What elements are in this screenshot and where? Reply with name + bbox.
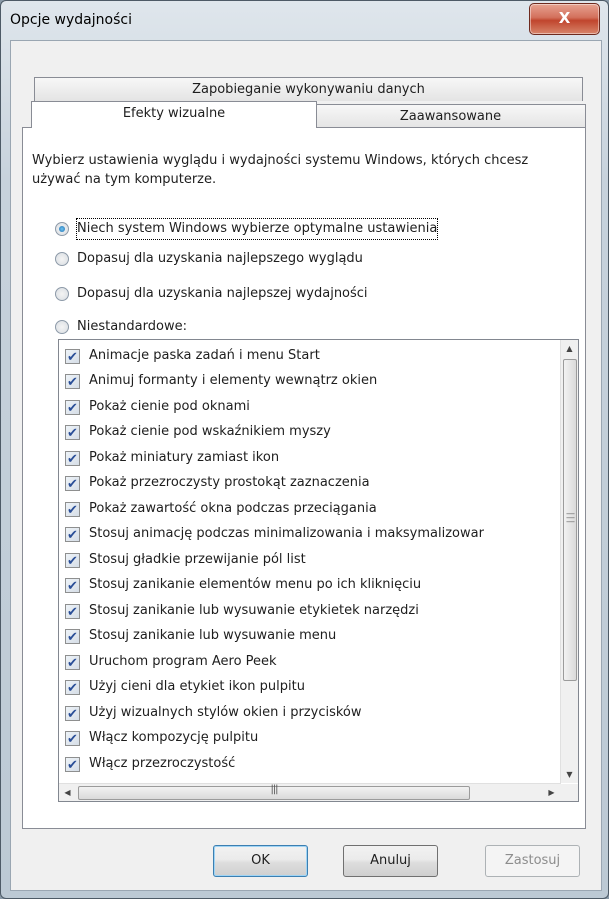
checkbox[interactable] bbox=[65, 652, 80, 676]
scroll-up-arrow-icon[interactable]: ▲ bbox=[561, 340, 578, 357]
option-label: Dopasuj dla uzyskania najlepszego wygląd… bbox=[77, 251, 363, 266]
checkbox[interactable] bbox=[65, 397, 80, 421]
option-label: Dopasuj dla uzyskania najlepszej wydajno… bbox=[77, 286, 368, 301]
close-icon: X bbox=[558, 9, 571, 27]
tab-label: Zapobieganie wykonywaniu danych bbox=[192, 82, 425, 97]
option-label: Niestandardowe: bbox=[77, 319, 187, 334]
close-button[interactable]: X bbox=[529, 3, 600, 35]
list-item-label: Pokaż zawartość okna podczas przeciągani… bbox=[89, 501, 377, 516]
list-item-label: Uruchom program Aero Peek bbox=[89, 654, 277, 669]
list-item-label: Animuj formanty i elementy wewnątrz okie… bbox=[89, 373, 378, 388]
tab-label: Zaawansowane bbox=[399, 109, 502, 124]
scroll-down-arrow-icon[interactable]: ▼ bbox=[561, 766, 578, 783]
list-item-label: Stosuj zanikanie lub wysuwanie menu bbox=[89, 628, 337, 643]
list-item-label: Stosuj zanikanie lub wysuwanie etykietek… bbox=[89, 603, 419, 618]
checkbox[interactable] bbox=[65, 626, 80, 650]
checkbox[interactable] bbox=[65, 371, 80, 395]
checkbox[interactable] bbox=[65, 728, 80, 752]
list-item-label: Użyj wizualnych stylów okien i przyciskó… bbox=[89, 705, 362, 720]
checkbox[interactable] bbox=[65, 422, 80, 446]
checkbox[interactable] bbox=[65, 499, 80, 523]
checkbox[interactable] bbox=[65, 346, 80, 370]
description-text: Wybierz ustawienia wyglądu i wydajności … bbox=[32, 153, 529, 187]
grip-icon: ||| bbox=[270, 784, 278, 795]
checkbox[interactable] bbox=[65, 703, 80, 727]
radio-button-selected[interactable] bbox=[55, 222, 69, 236]
list-item-label: Włącz przezroczystość bbox=[89, 756, 236, 771]
list-item-label: Stosuj animację podczas minimalizowania … bbox=[89, 526, 484, 541]
list-item-label: Stosuj gładkie przewijanie pól list bbox=[89, 552, 306, 567]
checkbox[interactable] bbox=[65, 524, 80, 548]
checkbox[interactable] bbox=[65, 754, 80, 778]
checkbox[interactable] bbox=[65, 473, 80, 497]
horizontal-scrollbar[interactable]: ◀ ||| ▶ bbox=[59, 783, 561, 801]
radio-button[interactable] bbox=[55, 252, 69, 266]
vertical-scrollbar[interactable]: ▲ — — — ▼ bbox=[560, 340, 578, 783]
list-item-label: Stosuj zanikanie elementów menu po ich k… bbox=[89, 577, 422, 592]
tab-label: Efekty wizualne bbox=[122, 106, 226, 121]
list-item-label: Pokaż cienie pod oknami bbox=[89, 399, 250, 414]
scrollbar-corner bbox=[561, 784, 578, 801]
performance-options-window: Opcje wydajności X Zapobieganie wykonywa… bbox=[0, 0, 609, 899]
scroll-right-arrow-icon[interactable]: ▶ bbox=[543, 784, 560, 801]
ok-button[interactable]: OK bbox=[213, 845, 308, 877]
checkbox[interactable] bbox=[65, 575, 80, 599]
checkbox[interactable] bbox=[65, 601, 80, 625]
tab-visual-effects[interactable]: Efekty wizualne bbox=[31, 101, 317, 128]
cancel-button[interactable]: Anuluj bbox=[343, 845, 438, 877]
list-item-label: Włącz kompozycję pulpitu bbox=[89, 730, 259, 745]
grip-icon: — — — bbox=[566, 509, 575, 527]
list-item-label: Pokaż miniatury zamiast ikon bbox=[89, 450, 280, 465]
tab-advanced[interactable]: Zaawansowane bbox=[315, 104, 586, 128]
visual-effects-list[interactable]: Animacje paska zadań i menu Start Animuj… bbox=[58, 339, 579, 802]
checkbox[interactable] bbox=[65, 550, 80, 574]
radio-button[interactable] bbox=[55, 320, 69, 334]
option-label: Niech system Windows wybierze optymalne … bbox=[75, 218, 439, 240]
title-bar[interactable]: Opcje wydajności X bbox=[1, 1, 608, 39]
apply-button[interactable]: Zastosuj bbox=[485, 845, 580, 877]
checkbox[interactable] bbox=[65, 677, 80, 701]
scroll-left-arrow-icon[interactable]: ◀ bbox=[59, 784, 76, 801]
list-item-label: Pokaż przezroczysty prostokąt zaznaczeni… bbox=[89, 475, 370, 490]
list-item-label: Pokaż cienie pod wskaźnikiem myszy bbox=[89, 424, 331, 439]
list-item-label: Użyj cieni dla etykiet ikon pulpitu bbox=[89, 679, 305, 694]
window-title: Opcje wydajności bbox=[10, 12, 132, 28]
list-item-label: Animacje paska zadań i menu Start bbox=[89, 348, 320, 363]
checkbox[interactable] bbox=[65, 448, 80, 472]
vertical-scroll-thumb[interactable]: — — — bbox=[563, 359, 577, 681]
horizontal-scroll-thumb[interactable]: ||| bbox=[78, 784, 470, 800]
radio-button[interactable] bbox=[55, 287, 69, 301]
tab-data-execution-prevention[interactable]: Zapobieganie wykonywaniu danych bbox=[34, 77, 583, 101]
